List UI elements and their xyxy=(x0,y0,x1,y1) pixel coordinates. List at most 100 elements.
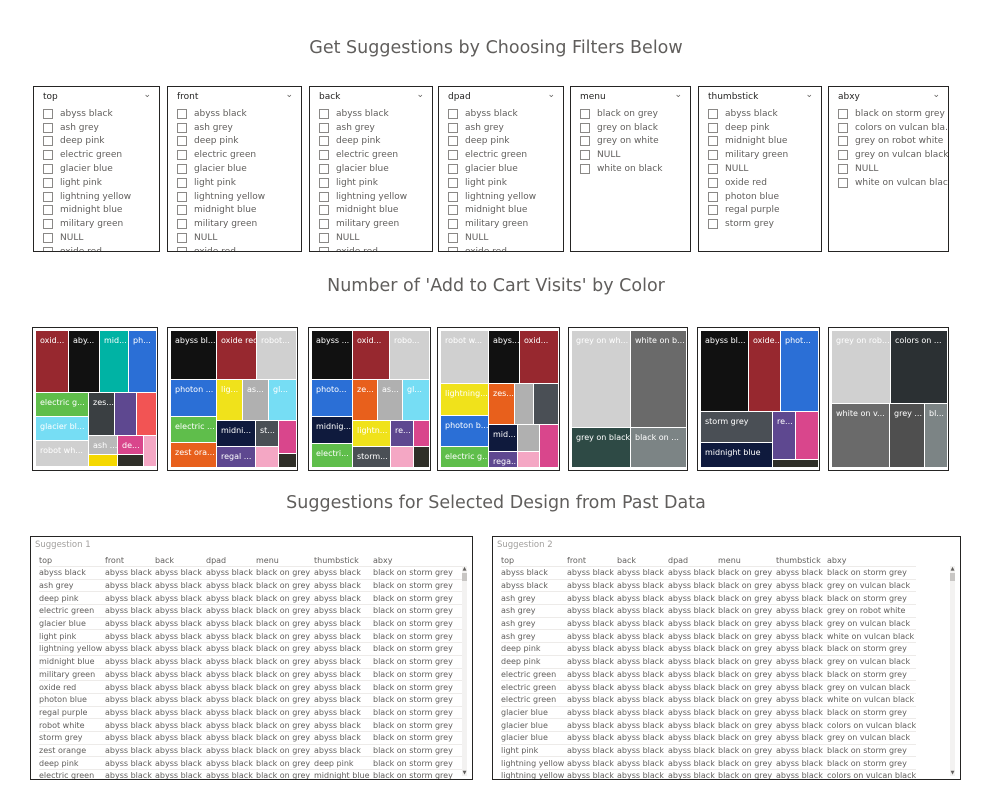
table-row[interactable]: electric green abyss black abyss black abys… xyxy=(501,692,917,707)
table-row[interactable]: lightning yellow abyss black abyss black ab… xyxy=(501,756,917,770)
table-row[interactable]: deep pink abyss black abyss black abyss bla… xyxy=(39,756,465,770)
treemap-tile[interactable]: aby... xyxy=(69,331,99,392)
table-row[interactable]: deep pink abyss black abyss black abyss bla… xyxy=(501,642,917,656)
slicer-option[interactable]: deep pink xyxy=(448,135,563,149)
checkbox[interactable] xyxy=(580,108,590,119)
checkbox[interactable] xyxy=(319,108,329,119)
slicer-option[interactable]: midnight blue xyxy=(43,204,159,218)
slicer-option[interactable]: white on black xyxy=(580,162,690,176)
checkbox[interactable] xyxy=(177,233,187,244)
slicer-option[interactable]: deep pink xyxy=(177,135,301,149)
checkbox[interactable] xyxy=(319,164,329,175)
treemap-tile[interactable]: re... xyxy=(391,421,413,446)
treemap-tile[interactable]: glacier bl... xyxy=(36,417,88,440)
slicer-option[interactable]: white on vulcan black xyxy=(838,176,948,190)
chevron-down-icon[interactable]: ⌄ xyxy=(143,90,151,100)
vertical-scrollbar[interactable]: ▲ ▼ xyxy=(462,566,467,776)
table-row[interactable]: midnight blue abyss black abyss black abyss… xyxy=(39,654,465,668)
slicer-option[interactable]: abyss black xyxy=(43,107,159,121)
checkbox[interactable] xyxy=(838,136,848,147)
slicer-option[interactable]: deep pink xyxy=(708,121,821,135)
slicer-option[interactable]: light pink xyxy=(319,176,432,190)
table-row[interactable]: glacier blue abyss black abyss black abyss … xyxy=(501,718,917,732)
slicer-option[interactable]: glacier blue xyxy=(177,162,301,176)
treemap-tile[interactable]: white on v... xyxy=(832,404,889,467)
table-row[interactable]: ash grey abyss black abyss black abyss blac… xyxy=(39,578,465,592)
table-row[interactable]: ash grey abyss black abyss black abyss blac… xyxy=(501,616,917,630)
table-row[interactable]: military green abyss black abyss black abys… xyxy=(39,667,465,681)
treemap-tile[interactable]: electri... xyxy=(312,444,352,467)
checkbox[interactable] xyxy=(838,150,848,161)
table-row[interactable]: electric green abyss black abyss black abys… xyxy=(501,680,917,694)
checkbox[interactable] xyxy=(177,164,187,175)
slicer-option[interactable]: midnight blue xyxy=(177,204,301,218)
checkbox[interactable] xyxy=(319,177,329,188)
treemap-tile[interactable] xyxy=(518,425,539,451)
checkbox[interactable] xyxy=(319,219,329,230)
checkbox[interactable] xyxy=(580,150,590,161)
checkbox[interactable] xyxy=(708,191,718,202)
treemap-tile[interactable]: robot... xyxy=(257,331,296,379)
scroll-thumb[interactable] xyxy=(462,573,467,581)
column-header[interactable]: abxy xyxy=(827,554,916,567)
treemap-tile[interactable] xyxy=(414,421,429,446)
slicer-header[interactable]: thumbstick ⌄ xyxy=(699,87,821,107)
treemap-tile[interactable] xyxy=(773,460,818,467)
checkbox[interactable] xyxy=(43,136,53,147)
table-row[interactable]: glacier blue abyss black abyss black abyss … xyxy=(39,616,465,630)
treemap-tile[interactable]: gl... xyxy=(403,380,429,420)
table-row[interactable]: deep pink abyss black abyss black abyss bla… xyxy=(501,654,917,668)
slicer-option[interactable]: grey on white xyxy=(580,135,690,149)
slicer-option[interactable]: NULL xyxy=(177,231,301,245)
slicer-option[interactable]: military green xyxy=(43,217,159,231)
column-header[interactable]: menu xyxy=(718,554,776,567)
slicer-option[interactable]: lightning yellow xyxy=(448,190,563,204)
slicer-option[interactable]: grey on vulcan black xyxy=(838,148,948,162)
slicer-header[interactable]: top ⌄ xyxy=(34,87,159,107)
slicer-header[interactable]: back ⌄ xyxy=(310,87,432,107)
slicer-option[interactable]: glacier blue xyxy=(43,162,159,176)
scroll-thumb[interactable] xyxy=(950,573,955,581)
table-row[interactable]: light pink abyss black abyss black abyss bl… xyxy=(501,743,917,757)
treemap-tile[interactable] xyxy=(540,425,558,467)
slicer-option[interactable]: military green xyxy=(319,217,432,231)
checkbox[interactable] xyxy=(43,177,53,188)
checkbox[interactable] xyxy=(708,219,718,230)
slicer-option[interactable]: lightning yellow xyxy=(43,190,159,204)
treemap-tile[interactable] xyxy=(518,452,539,467)
table-row[interactable]: electric green abyss black abyss black abys… xyxy=(39,769,465,779)
chevron-down-icon[interactable]: ⌄ xyxy=(285,90,293,100)
treemap-tile[interactable]: ze... xyxy=(353,380,377,420)
chevron-down-icon[interactable]: ⌄ xyxy=(932,90,940,100)
checkbox[interactable] xyxy=(43,246,53,251)
chevron-down-icon[interactable]: ⌄ xyxy=(547,90,555,100)
table-row[interactable]: electric green abyss black abyss black abys… xyxy=(39,604,465,618)
checkbox[interactable] xyxy=(319,191,329,202)
treemap-tile[interactable]: electric g... xyxy=(36,393,88,416)
treemap-tile[interactable]: storm... xyxy=(353,447,390,467)
treemap-tile[interactable]: st... xyxy=(256,421,278,446)
treemap-tile[interactable]: photon b... xyxy=(441,416,488,446)
chevron-down-icon[interactable]: ⌄ xyxy=(416,90,424,100)
column-header[interactable]: front xyxy=(567,554,617,567)
checkbox[interactable] xyxy=(580,164,590,175)
treemap-tile[interactable]: abyss bl... xyxy=(701,331,748,411)
scroll-down-icon[interactable]: ▼ xyxy=(462,770,467,776)
checkbox[interactable] xyxy=(708,150,718,161)
checkbox[interactable] xyxy=(580,122,590,133)
slicer-option[interactable]: abyss black xyxy=(177,107,301,121)
treemap-tile[interactable]: zest ora... xyxy=(171,443,216,467)
checkbox[interactable] xyxy=(708,136,718,147)
table-row[interactable]: regal purple abyss black abyss black abyss … xyxy=(39,705,465,719)
slicer-option[interactable]: grey on black xyxy=(580,121,690,135)
table-row[interactable]: glacier blue abyss black abyss black abyss … xyxy=(501,730,917,745)
table-row[interactable]: ash grey abyss black abyss black abyss blac… xyxy=(501,604,917,618)
slicer-header[interactable]: front ⌄ xyxy=(168,87,301,107)
slicer-option[interactable]: abyss black xyxy=(708,107,821,121)
treemap-tile[interactable]: midni... xyxy=(217,421,255,446)
column-header[interactable]: abxy xyxy=(373,554,465,567)
treemap-tile[interactable]: electric ... xyxy=(171,417,216,442)
column-header[interactable]: thumbstick xyxy=(776,554,827,567)
slicer-option[interactable]: oxide red xyxy=(43,245,159,251)
checkbox[interactable] xyxy=(43,108,53,119)
